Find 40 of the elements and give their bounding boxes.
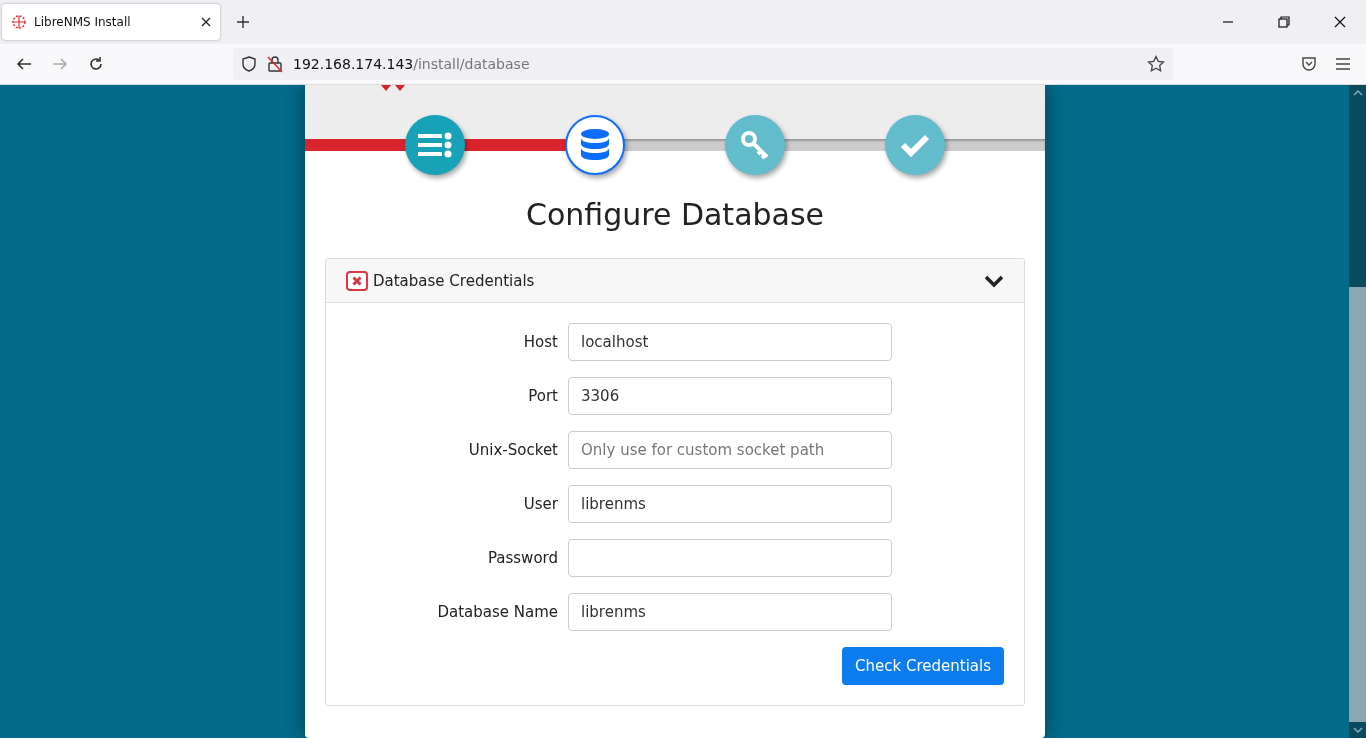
close-icon[interactable] [201,17,211,27]
list-icon [418,132,452,158]
tab-title: LibreNMS Install [34,15,132,29]
check-credentials-button[interactable]: Check Credentials [842,647,1004,685]
field-label: Password [486,549,558,567]
panel-title: Database Credentials [373,271,535,290]
scrollbar[interactable] [1349,85,1366,738]
input-field[interactable]: 3306 [568,377,892,415]
step-indicator[interactable] [405,115,465,175]
insecure-lock-icon [267,55,283,73]
field-label: Host [522,333,558,351]
input-field[interactable]: Only use for custom socket path [568,431,892,469]
star-icon[interactable] [1147,55,1165,73]
page-heading: Configure Database [524,197,826,232]
globe-icon [11,14,27,30]
input-field[interactable] [568,539,892,577]
field-label: Port [527,387,558,405]
input-field[interactable]: librenms [568,485,892,523]
browser-tab[interactable]: LibreNMS Install [2,4,220,40]
step-indicator[interactable] [565,115,625,175]
field-label: Unix-Socket [467,441,558,459]
input-field[interactable]: localhost [568,323,892,361]
panel-header[interactable]: Database Credentials [326,259,1024,303]
url-text: 192.168.174.143/install/database [293,56,530,72]
database-icon [581,129,609,161]
field-label: Database Name [436,603,558,621]
restore-icon[interactable] [1278,16,1290,28]
shield-icon [241,55,257,73]
scroll-up-icon[interactable] [1352,89,1363,97]
input-field[interactable]: librenms [568,593,892,631]
menu-icon[interactable] [1335,56,1351,72]
close-icon[interactable] [1334,16,1346,28]
chevron-icon[interactable] [984,273,1004,288]
new-tab-icon[interactable] [236,15,250,29]
reload-icon[interactable] [87,55,105,73]
key-icon [740,130,770,160]
scroll-down-icon[interactable] [1352,726,1363,734]
checkmark-icon [900,133,930,157]
field-label: User [522,495,558,513]
address-bar[interactable]: 192.168.174.143/install/database [233,48,1173,80]
